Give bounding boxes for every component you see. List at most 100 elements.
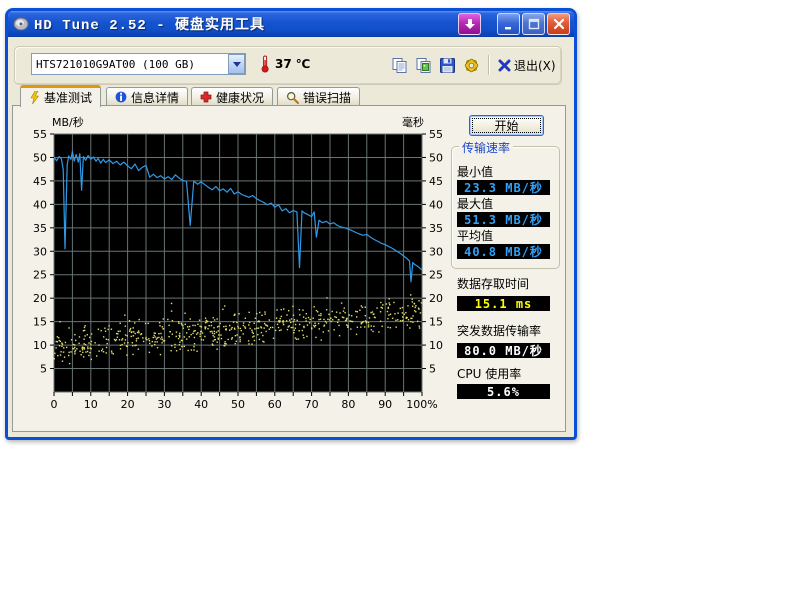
svg-text:60: 60 — [268, 398, 282, 411]
max-rate-label: 最大值 — [457, 195, 493, 212]
download-button[interactable] — [458, 13, 481, 35]
svg-text:50: 50 — [429, 151, 443, 164]
svg-text:35: 35 — [33, 222, 47, 235]
burst-rate-label: 突发数据传输率 — [457, 322, 541, 339]
save-screenshot-button[interactable] — [435, 54, 459, 76]
svg-text:100%: 100% — [406, 398, 437, 411]
tab-info[interactable]: 信息详情 — [106, 87, 188, 106]
min-rate-label: 最小值 — [457, 163, 493, 180]
combo-dropdown-button[interactable] — [228, 54, 245, 74]
copy-text-button[interactable] — [387, 54, 411, 76]
temperature-indicator: 37 ℃ — [259, 53, 310, 75]
window-title: HD Tune 2.52 - 硬盘实用工具 — [34, 14, 265, 34]
tab-error-scan[interactable]: 错误扫描 — [277, 87, 360, 106]
start-button[interactable]: 开始 — [469, 115, 544, 136]
down-arrow-icon — [464, 18, 476, 30]
svg-text:30: 30 — [157, 398, 171, 411]
thermometer-icon — [259, 55, 271, 73]
svg-text:10: 10 — [84, 398, 98, 411]
benchmark-chart-svg: 0102030405060708090100%55101015152020252… — [13, 106, 453, 433]
titlebar: HD Tune 2.52 - 硬盘实用工具 — [8, 11, 574, 37]
svg-text:40: 40 — [33, 198, 47, 211]
svg-text:35: 35 — [429, 222, 443, 235]
magnifier-icon — [286, 91, 299, 104]
maximize-icon — [528, 18, 540, 30]
max-rate-value: 51.3 MB/秒 — [457, 212, 550, 227]
copy-image-icon — [415, 57, 432, 74]
lightning-icon — [29, 91, 40, 104]
minimize-button[interactable] — [497, 13, 520, 35]
close-button[interactable] — [547, 13, 570, 35]
avg-rate-value: 40.8 MB/秒 — [457, 244, 550, 259]
svg-text:5: 5 — [429, 363, 436, 376]
maximize-button[interactable] — [522, 13, 545, 35]
svg-text:25: 25 — [429, 269, 443, 282]
svg-text:55: 55 — [33, 128, 47, 141]
svg-text:10: 10 — [33, 339, 47, 352]
svg-text:10: 10 — [429, 339, 443, 352]
hd-tune-app-icon — [13, 16, 29, 32]
tab-label: 健康状况 — [216, 89, 264, 106]
svg-text:20: 20 — [121, 398, 135, 411]
svg-text:90: 90 — [378, 398, 392, 411]
min-rate-value: 23.3 MB/秒 — [457, 180, 550, 195]
chevron-down-icon — [233, 62, 241, 67]
svg-text:MB/秒: MB/秒 — [52, 115, 84, 129]
hd-tune-window: HD Tune 2.52 - 硬盘实用工具 — [5, 8, 577, 440]
svg-text:20: 20 — [429, 292, 443, 305]
minimize-icon — [503, 18, 515, 30]
options-button[interactable] — [459, 54, 483, 76]
tab-bar: 基准测试 信息详情 健康状况 错误扫描 — [8, 85, 568, 106]
avg-rate-label: 平均值 — [457, 227, 493, 244]
save-icon — [439, 57, 456, 74]
svg-text:0: 0 — [51, 398, 58, 411]
access-time-value: 15.1 ms — [457, 296, 550, 311]
window-controls — [456, 13, 570, 35]
svg-text:45: 45 — [429, 175, 443, 188]
tab-page: 0102030405060708090100%55101015152020252… — [12, 105, 566, 432]
temperature-value: 37 — [275, 57, 292, 71]
svg-text:40: 40 — [194, 398, 208, 411]
svg-text:30: 30 — [33, 245, 47, 258]
svg-text:25: 25 — [33, 269, 47, 282]
group-title: 传输速率 — [459, 139, 513, 156]
svg-text:50: 50 — [231, 398, 245, 411]
cpu-usage-label: CPU 使用率 — [457, 365, 521, 382]
drive-select[interactable]: HTS721010G9AT00 (100 GB) — [31, 53, 246, 75]
svg-text:70: 70 — [305, 398, 319, 411]
svg-text:40: 40 — [429, 198, 443, 211]
tab-benchmark[interactable]: 基准测试 — [20, 85, 101, 107]
tab-health[interactable]: 健康状况 — [191, 87, 273, 106]
temperature-unit: ℃ — [296, 57, 311, 71]
burst-rate-value: 80.0 MB/秒 — [457, 343, 550, 358]
exit-button[interactable]: 退出(X) — [494, 54, 560, 76]
exit-label: 退出(X) — [514, 57, 556, 74]
cpu-usage-value: 5.6% — [457, 384, 550, 399]
health-cross-icon — [200, 91, 212, 103]
svg-text:15: 15 — [429, 316, 443, 329]
svg-text:50: 50 — [33, 151, 47, 164]
toolbar-separator — [488, 55, 489, 75]
copy-text-icon — [391, 57, 408, 74]
info-icon — [115, 91, 127, 103]
svg-text:55: 55 — [429, 128, 443, 141]
start-button-label: 开始 — [494, 117, 518, 134]
svg-text:15: 15 — [33, 316, 47, 329]
svg-text:20: 20 — [33, 292, 47, 305]
exit-x-icon — [498, 59, 511, 72]
copy-image-button[interactable] — [411, 54, 435, 76]
svg-text:80: 80 — [341, 398, 355, 411]
tab-label: 基准测试 — [44, 89, 92, 106]
svg-text:30: 30 — [429, 245, 443, 258]
options-gear-icon — [463, 57, 480, 74]
toolbar-panel: HTS721010G9AT00 (100 GB) 37 ℃ — [14, 46, 562, 85]
svg-text:毫秒: 毫秒 — [402, 115, 424, 129]
drive-select-value: HTS721010G9AT00 (100 GB) — [32, 58, 228, 71]
access-time-label: 数据存取时间 — [457, 275, 529, 292]
svg-text:5: 5 — [40, 363, 47, 376]
tab-label: 错误扫描 — [303, 89, 351, 106]
toolbar-buttons: 退出(X) — [387, 54, 560, 76]
close-icon — [553, 18, 565, 30]
tab-label: 信息详情 — [131, 89, 179, 106]
svg-text:45: 45 — [33, 175, 47, 188]
